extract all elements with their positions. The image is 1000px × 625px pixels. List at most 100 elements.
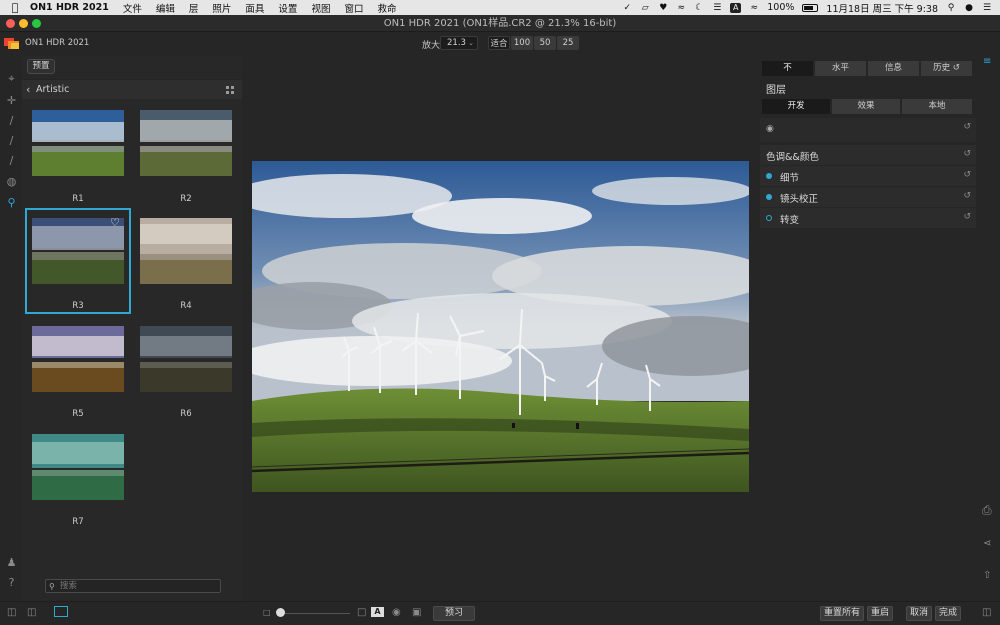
zoom-fit-button[interactable]: 适合	[488, 36, 510, 50]
adjustment-lens-correction[interactable]: 镜头校正 ↺	[760, 187, 976, 207]
enabled-dot-icon[interactable]	[766, 173, 772, 179]
preview-button[interactable]: 预习	[433, 606, 475, 621]
opacity-slider-handle[interactable]	[276, 608, 285, 617]
favorite-heart-icon[interactable]: ♡	[110, 216, 120, 229]
filmstrip-icon[interactable]: ◫	[27, 607, 36, 619]
chevron-left-icon[interactable]: ‹	[26, 83, 30, 96]
image-canvas[interactable]	[242, 56, 758, 601]
mask-view-icon[interactable]: ◉	[392, 607, 401, 619]
right-panel-toggle-icon[interactable]: ◫	[982, 607, 991, 619]
sync-icon[interactable]: ≈	[676, 3, 686, 13]
zoom-100-button[interactable]: 100	[511, 36, 533, 50]
crop-icon[interactable]: ⌖	[5, 72, 18, 85]
section-tone-color[interactable]: 色调&&颜色 ↺	[760, 145, 976, 165]
retouch-icon[interactable]: ◍	[5, 175, 18, 188]
adjustment-transform-label: 转变	[780, 215, 800, 226]
text-overlay-icon[interactable]: A	[371, 607, 384, 617]
menu-settings[interactable]: 设置	[278, 1, 297, 15]
move-icon[interactable]: ✛	[5, 94, 18, 107]
user-icon[interactable]: ♟	[5, 556, 18, 569]
disabled-dot-icon[interactable]	[766, 215, 772, 221]
zoom-window-button[interactable]	[32, 19, 41, 28]
check-circle-icon[interactable]: ✓	[622, 3, 632, 13]
enabled-dot-icon[interactable]	[766, 194, 772, 200]
zoom-tool-icon[interactable]: ⚲	[5, 196, 18, 209]
zoom-50-button[interactable]: 50	[534, 36, 556, 50]
clock[interactable]: 11月18日 周三 下午 9:38	[826, 1, 938, 15]
opacity-slider[interactable]	[282, 613, 350, 614]
control-center-icon[interactable]: ☰	[982, 3, 992, 13]
subtab-effects[interactable]: 效果	[832, 99, 901, 114]
tab-level[interactable]: 水平	[815, 61, 867, 76]
subtab-develop[interactable]: 开发	[762, 99, 831, 114]
menu-mask[interactable]: 面具	[245, 1, 264, 15]
reset-icon[interactable]: ↺	[963, 191, 971, 201]
wifi-icon[interactable]: ≈	[749, 3, 759, 13]
preset-thumbnail-r2[interactable]	[140, 110, 232, 176]
preset-category-header[interactable]: ‹ Artistic	[22, 79, 242, 99]
menu-file[interactable]: 文件	[123, 1, 142, 15]
brush-icon[interactable]: ∕	[5, 114, 18, 127]
battery-icon[interactable]	[802, 3, 819, 12]
search-icon[interactable]: ⚲	[946, 3, 956, 13]
bottom-bar: ◫ ◫ □ □ A ◉ ▣ 预习 重置所有 重启 取消 完成 ◫	[0, 601, 1000, 625]
restart-button[interactable]: 重启	[867, 606, 893, 621]
menu-edit[interactable]: 编辑	[156, 1, 175, 15]
menu-window[interactable]: 窗口	[344, 1, 363, 15]
cancel-button[interactable]: 取消	[906, 606, 932, 621]
compare-view-icon[interactable]	[54, 606, 68, 617]
sliders-icon[interactable]: ≡	[983, 56, 991, 68]
preset-search-input[interactable]: ⚲ 搜索	[45, 579, 221, 593]
menu-app-name[interactable]: ON1 HDR 2021	[30, 2, 109, 13]
reset-icon[interactable]: ↺	[963, 170, 971, 180]
preset-thumbnail-r6[interactable]	[140, 326, 232, 392]
camera-icon[interactable]: ◉	[766, 124, 774, 134]
adjustment-transform[interactable]: 转变 ↺	[760, 208, 976, 228]
tab-none[interactable]: 不	[762, 61, 814, 76]
preview-photo[interactable]	[252, 161, 749, 492]
subtab-local[interactable]: 本地	[902, 99, 973, 114]
zoom-select[interactable]: 21.3 ⌄	[440, 36, 478, 50]
grid-view-icon[interactable]	[226, 86, 234, 94]
reset-icon[interactable]: ↺	[963, 122, 971, 132]
shield-icon[interactable]: ▱	[640, 3, 650, 13]
adjustment-detail[interactable]: 细节 ↺	[760, 166, 976, 186]
clipping-icon[interactable]: ▣	[412, 607, 421, 619]
layer-settings-row[interactable]: ◉ ↺	[760, 118, 976, 142]
done-button[interactable]: 完成	[935, 606, 961, 621]
square-icon[interactable]: □	[357, 607, 366, 619]
preset-thumbnail-r5[interactable]	[32, 326, 124, 392]
heart-shield-icon[interactable]: ♥	[658, 3, 668, 13]
tab-info[interactable]: 信息	[868, 61, 920, 76]
adjustment-lens-correction-label: 镜头校正	[780, 194, 819, 205]
zoom-25-button[interactable]: 25	[557, 36, 579, 50]
menu-list-icon[interactable]: ☰	[712, 3, 722, 13]
help-icon[interactable]: ?	[5, 576, 18, 589]
panel-toggle-icon[interactable]: ◫	[7, 607, 16, 619]
reset-icon[interactable]: ↺	[963, 212, 971, 222]
preset-thumbnail-r4[interactable]	[140, 218, 232, 284]
reset-all-button[interactable]: 重置所有	[820, 606, 864, 621]
menu-view[interactable]: 视图	[311, 1, 330, 15]
print-icon[interactable]: ⎙	[982, 504, 992, 516]
presets-tab[interactable]: 预置	[27, 59, 55, 74]
menu-help[interactable]: 救命	[377, 1, 396, 15]
apple-menu-icon[interactable]: 	[0, 1, 30, 14]
close-window-button[interactable]	[6, 19, 15, 28]
masking-brush-icon[interactable]: ∕	[5, 134, 18, 147]
minimize-window-button[interactable]	[19, 19, 28, 28]
tab-history[interactable]: 历史 ↺	[921, 61, 973, 76]
avatar-icon[interactable]: ●	[964, 3, 974, 13]
preset-thumbnail-r7[interactable]	[32, 434, 124, 500]
tool-strip: ⌖ ✛ ∕ ∕ ∕ ◍ ⚲ ♟ ?	[0, 56, 22, 601]
share-icon[interactable]: ⋖	[983, 538, 991, 550]
menu-layer[interactable]: 层	[189, 1, 199, 15]
export-icon[interactable]: ⇧	[983, 570, 991, 582]
moon-icon[interactable]: ☾	[694, 3, 704, 13]
reset-icon[interactable]: ↺	[963, 149, 971, 159]
input-method-icon[interactable]: A	[730, 2, 742, 13]
small-square-icon[interactable]: □	[263, 607, 271, 619]
preset-thumbnail-r1[interactable]	[32, 110, 124, 176]
perfect-brush-icon[interactable]: ∕	[5, 154, 18, 167]
menu-photo[interactable]: 照片	[212, 1, 231, 15]
